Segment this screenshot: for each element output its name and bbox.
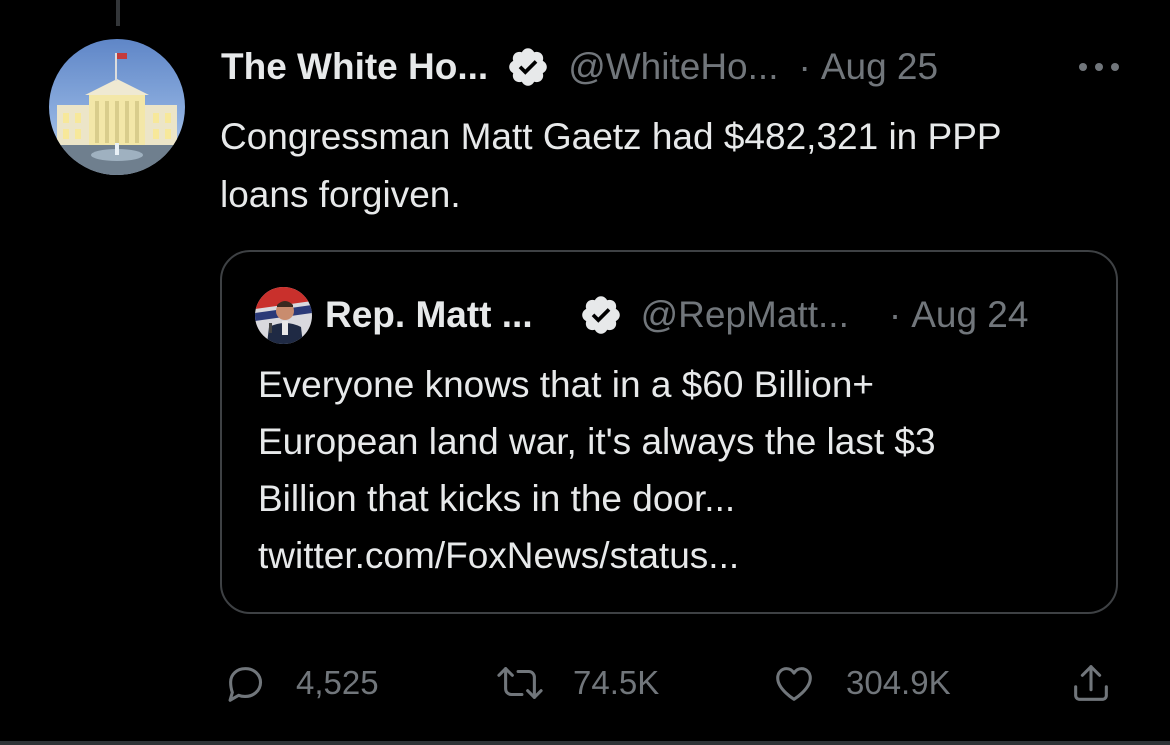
reply-button[interactable]: 4,525 [222, 655, 379, 710]
tweet-header: The White Ho... @WhiteHo... · Aug 25 [221, 42, 1121, 92]
tweet-date[interactable]: Aug 25 [821, 46, 938, 88]
reply-count: 4,525 [296, 663, 379, 701]
author-name[interactable]: The White Ho... [221, 46, 488, 88]
verified-badge-icon [506, 45, 550, 89]
quoted-text-line-1: Everyone knows that in a $60 Billion+ [258, 364, 875, 405]
more-options-icon[interactable] [1076, 52, 1122, 82]
like-button[interactable]: 304.9K [770, 655, 951, 710]
quoted-tweet-date[interactable]: Aug 24 [911, 294, 1028, 336]
share-icon [1068, 660, 1114, 706]
verified-badge-icon [579, 293, 623, 337]
tweet-text-line-2: loans forgiven. [220, 174, 461, 215]
retweet-count: 74.5K [573, 663, 660, 701]
separator-dot: · [888, 294, 902, 335]
separator-dot: · [798, 46, 811, 87]
quoted-tweet-card[interactable]: Rep. Matt ... @RepMatt... · Aug 24 Every… [220, 250, 1118, 614]
quoted-tweet-header: Rep. Matt ... @RepMatt... · Aug 24 [325, 290, 1105, 340]
quoted-link[interactable]: twitter.com/FoxNews/status... [258, 527, 1098, 584]
quoted-tweet-text: Everyone knows that in a $60 Billion+ Eu… [258, 356, 1098, 584]
quoted-text-line-2: European land war, it's always the last … [258, 421, 936, 462]
tweet-actions-bar: 4,525 74.5K 304.9K [0, 655, 1170, 710]
tweet-text: Congressman Matt Gaetz had $482,321 in P… [220, 108, 1120, 224]
white-house-avatar[interactable] [49, 39, 185, 175]
quoted-author-handle[interactable]: @RepMatt... [641, 294, 849, 336]
share-button[interactable] [1068, 655, 1114, 710]
reply-icon [222, 660, 268, 706]
retweet-button[interactable]: 74.5K [495, 655, 659, 710]
retweet-icon [495, 660, 545, 706]
thread-connector-line [116, 0, 120, 26]
heart-icon [770, 660, 818, 706]
quoted-text-line-3: Billion that kicks in the door... [258, 478, 736, 519]
bottom-divider [0, 741, 1170, 745]
like-count: 304.9K [846, 663, 951, 701]
quoted-author-name[interactable]: Rep. Matt ... [325, 294, 533, 336]
quoted-author-avatar[interactable] [255, 287, 312, 344]
tweet-text-line-1: Congressman Matt Gaetz had $482,321 in P… [220, 116, 1002, 157]
author-handle[interactable]: @WhiteHo... [568, 46, 778, 88]
